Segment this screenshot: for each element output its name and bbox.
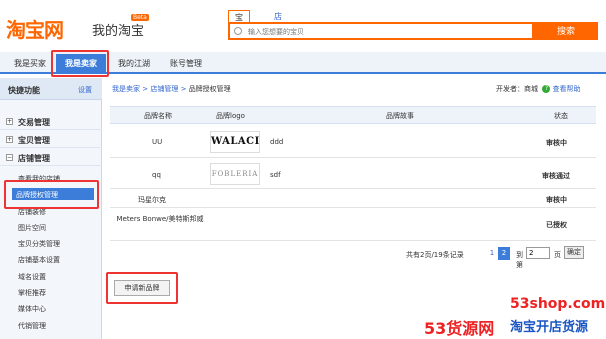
column-header-brand-name: 品牌名称 [144,112,172,120]
highlight-box-apply-button [106,272,178,304]
watermark-url: 53shop.com [510,296,606,312]
brand-story: ddd [270,138,284,146]
breadcrumb-item[interactable]: 我是卖家 [112,85,140,93]
status-badge: 审核中 [546,196,567,204]
search-input[interactable] [248,26,528,38]
help-link[interactable]: 查看帮助 [552,85,580,93]
sidebar-group-trade[interactable]: + 交易管理 [0,114,102,130]
watermark-brand: 53货源网 [424,319,495,338]
brand-name: qq [152,171,161,179]
pagination: 共有2页/19条记录 1 2 到第 页 确定 [406,246,584,269]
table-row: Meters Bonwe/美特斯邦威 已授权 [110,209,596,241]
sidebar-group-label: 宝贝管理 [18,136,50,145]
breadcrumb-current: 品牌授权管理 [188,85,231,93]
brand-name: Meters Bonwe/美特斯邦威 [116,215,204,223]
highlight-box-seller-tab [51,50,109,77]
breadcrumb-separator: > [142,85,149,93]
sidebar-group-label: 店铺管理 [18,154,50,163]
brand-name: 玛星尔克 [138,196,166,204]
sidebar-title: 快捷功能 [8,86,40,95]
search-icon [234,27,242,35]
page-link-1[interactable]: 1 [486,247,498,260]
table-row: UU WALACI ddd 审核中 [110,125,596,158]
nav-jianghu[interactable]: 我的江湖 [110,56,158,71]
nav-account[interactable]: 账号管理 [162,56,210,71]
sidebar-item-domain[interactable]: 域名设置 [18,272,46,282]
brand-logo-image: WALACI [210,131,260,153]
sidebar-item-shop-settings[interactable]: 店铺基本设置 [18,255,60,265]
status-badge: 审核通过 [542,172,570,180]
pagination-summary: 共有2页/19条记录 [406,251,464,259]
table-header: 品牌名称 品牌logo 品牌故事 状态 [110,106,596,124]
column-header-brand-logo: 品牌logo [216,112,245,120]
column-header-brand-story: 品牌故事 [386,112,414,120]
sidebar-item-categories[interactable]: 宝贝分类管理 [18,239,60,249]
table-row: 玛星尔克 审核中 [110,190,596,208]
column-header-status: 状态 [554,112,568,120]
search-button[interactable]: 搜索 [534,22,598,40]
sidebar-setting-link[interactable]: 设置 [78,85,92,95]
help-icon[interactable]: ? [542,85,551,93]
table-row: qq FOBLERIA sdf 审核通过 [110,159,596,189]
sidebar-group-shop[interactable]: − 店铺管理 [0,150,102,166]
sidebar-item-images[interactable]: 图片空间 [18,223,46,233]
my-taobao-title: 我的淘宝 [92,24,145,39]
status-badge: 已授权 [546,221,567,229]
top-header: 淘宝网 我的淘宝 Beta 宝贝 店铺 搜索 [0,0,606,50]
sidebar-group-label: 交易管理 [18,118,50,127]
page-unit-label: 页 [554,251,561,259]
breadcrumb: 我是卖家 > 店铺管理 > 品牌授权管理 [112,84,231,94]
sidebar-group-items[interactable]: + 宝贝管理 [0,132,102,148]
goto-label: 到第 [516,251,523,269]
status-badge: 审核中 [546,139,567,147]
page-number-input[interactable] [526,247,550,259]
watermark-slogan: 淘宝开店货源 [510,320,589,335]
sidebar-item-distribution[interactable]: 代销管理 [18,321,46,331]
developer-label: 开发者： [496,85,524,93]
taobao-logo[interactable]: 淘宝网 [6,14,64,43]
developer-value: 商城 [524,85,538,93]
nav-buyer[interactable]: 我是买家 [6,56,54,71]
sidebar-item-media[interactable]: 媒体中心 [18,304,46,314]
collapse-icon[interactable]: − [6,154,13,161]
breadcrumb-item[interactable]: 店铺管理 [150,85,178,93]
sidebar-item-recommend[interactable]: 掌柜推荐 [18,288,46,298]
brand-story: sdf [270,171,281,179]
brand-name: UU [152,138,163,146]
search-box [228,22,534,40]
beta-badge: Beta [131,14,149,21]
sidebar-header: 快捷功能 设置 [0,78,102,100]
expand-icon[interactable]: + [6,118,13,125]
expand-icon[interactable]: + [6,136,13,143]
breadcrumb-separator: > [180,85,187,93]
brand-logo-image: FOBLERIA [210,163,260,185]
confirm-page-button[interactable]: 确定 [564,246,584,259]
highlight-box-brand-auth [4,180,99,209]
developer-info: 开发者：商城 ? 查看帮助 [496,84,580,94]
page-link-2-current[interactable]: 2 [498,247,510,260]
